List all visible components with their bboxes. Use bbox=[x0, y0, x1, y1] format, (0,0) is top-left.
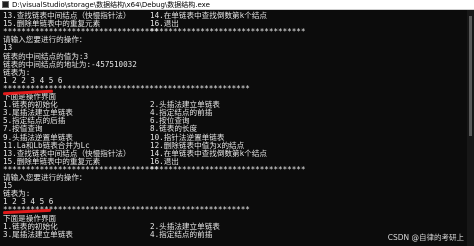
console-line: 请输入您要进行的操作： bbox=[3, 35, 87, 44]
console-output[interactable]: 13.查找链表中间结点（快慢指针法） 14.在单链表中查找倒数第k个结点 15.删除… bbox=[0, 10, 474, 246]
scrollbar-thumb[interactable] bbox=[469, 16, 472, 136]
console-line-right-text: ********************************** bbox=[150, 164, 306, 174]
window-title: D:\visualStudio\storage\数据结构\x64\Debug\数… bbox=[12, 0, 210, 9]
console-line-right-text: ********************************** bbox=[150, 27, 306, 37]
console-line: 请输入您要进行的操作： bbox=[3, 173, 87, 182]
vertical-scrollbar[interactable] bbox=[467, 10, 474, 246]
console-line-text: 请输入您要进行的操作： bbox=[3, 35, 87, 45]
console-line-text: 请输入您要进行的操作： bbox=[3, 173, 87, 182]
title-bar: D:\visualStudio\storage\数据结构\x64\Debug\数… bbox=[0, 0, 474, 10]
console-line-right-text: 4.指定结点的前插 bbox=[150, 229, 213, 239]
console-app-icon bbox=[2, 1, 9, 8]
console-line-text: 3.尾插法建立单链表 bbox=[3, 229, 73, 239]
console-line: 3.尾插法建立单链表 4.指定结点的前插 bbox=[3, 229, 212, 239]
csdn-watermark: CSDN @自律的考研上 bbox=[387, 233, 464, 242]
